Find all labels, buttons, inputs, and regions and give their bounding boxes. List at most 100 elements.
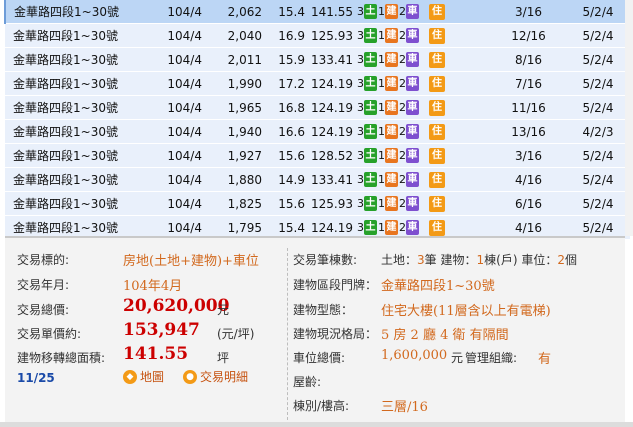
row-floor: 8/16 — [491, 47, 566, 72]
map-button-label: 地圖 — [140, 370, 165, 384]
row-floor: 3/16 — [491, 143, 566, 168]
table-row[interactable]: 金華路四段1~30號 104/4 1,927 15.6 128.52 3 土 1 建 2 車住 3/1… — [5, 143, 630, 168]
row-floor: 11/16 — [491, 95, 566, 120]
row-land-count: 3 — [357, 77, 364, 90]
row-land-count-cell: 3土 — [357, 167, 378, 192]
row-unit-price: 15.6 — [266, 143, 309, 168]
residential-icon: 住 — [429, 27, 445, 44]
row-usage-cell: 住 — [421, 71, 491, 96]
row-building-count-cell: 1建 — [378, 23, 399, 48]
table-row[interactable]: 金華路四段1~30號 104/4 1,880 14.9 133.41 3 土 1 建 2 車住 4/1… — [5, 167, 630, 192]
row-building-count: 1 — [378, 173, 385, 186]
row-area: 124.19 — [309, 119, 357, 144]
row-parking-count-cell: 2車 — [399, 143, 421, 168]
row-land-count-cell: 3土 — [357, 0, 378, 24]
row-land-count: 3 — [357, 101, 364, 114]
row-land-count-cell: 3土 — [357, 47, 378, 72]
row-total-price: 2,062 — [206, 0, 266, 24]
table-scrollbar[interactable] — [625, 0, 633, 236]
row-land-count: 3 — [357, 125, 364, 138]
building-type-label: 建物型態： — [293, 303, 354, 317]
count-car-unit: 個 — [565, 253, 578, 267]
row-building-count: 1 — [378, 101, 385, 114]
row-area: 133.41 — [309, 167, 357, 192]
table-row[interactable]: 金華路四段1~30號 104/4 1,825 15.6 125.93 3 土 1 建 2 車住 6/1… — [5, 191, 630, 216]
unit-price-label: 交易單價約: — [17, 327, 82, 341]
row-building-count: 1 — [378, 77, 385, 90]
layout-label: 建物現況格局： — [293, 327, 378, 341]
row-area: 124.19 — [309, 71, 357, 96]
building-type-value: 住宅大樓(11層含以上有電梯) — [381, 304, 551, 319]
row-land-count: 3 — [357, 197, 364, 210]
row-date: 5/2/4 — [566, 23, 630, 48]
land-icon: 土 — [364, 28, 377, 43]
row-unit-price: 16.6 — [266, 119, 309, 144]
map-button[interactable]: ◆ 地圖 — [123, 368, 164, 385]
table-row[interactable]: 金華路四段1~30號 104/4 1,965 16.8 124.19 3 土 1 建 2 車住 11/… — [5, 95, 630, 120]
row-building-count: 1 — [378, 125, 385, 138]
row-parking-count-cell: 2車 — [399, 0, 421, 24]
table-row[interactable]: 金華路四段1~30號 104/4 2,062 15.4 141.55 3 土 1 建 2 車住 3/1… — [4, 0, 630, 24]
row-unit-price: 15.6 — [266, 191, 309, 216]
row-address: 金華路四段1~30號 — [5, 119, 150, 144]
residential-icon: 住 — [429, 99, 445, 116]
target-label: 交易標的: — [17, 253, 70, 267]
area-label: 建物移轉總面積: — [17, 351, 106, 365]
row-date: 4/2/3 — [566, 119, 630, 144]
row-building-count-cell: 1建 — [378, 143, 399, 168]
total-price-value: 20,620,000 — [123, 296, 230, 316]
parking-icon: 車 — [406, 148, 419, 163]
residential-icon: 住 — [429, 171, 445, 188]
transaction-table-panel: 金華路四段1~30號 104/4 2,062 15.4 141.55 3 土 1 建 2 車住 3/1… — [0, 0, 633, 240]
row-total-price: 1,965 — [206, 95, 266, 120]
detail-icon: ● — [183, 369, 197, 384]
land-icon: 土 — [364, 196, 377, 211]
row-address: 金華路四段1~30號 — [5, 167, 150, 192]
table-row[interactable]: 金華路四段1~30號 104/4 1,940 16.6 124.19 3 土 1 建 2 車住 13/… — [5, 119, 630, 144]
mgmt-label: 管理組織: — [465, 351, 518, 365]
building-icon: 建 — [385, 124, 398, 139]
row-parking-count: 2 — [399, 173, 406, 186]
parking-icon: 車 — [406, 52, 419, 67]
row-area: 125.93 — [309, 191, 357, 216]
row-address: 金華路四段1~30號 — [5, 47, 150, 72]
row-land-count-cell: 3土 — [357, 95, 378, 120]
row-year-month: 104/4 — [150, 143, 206, 168]
row-land-count: 3 — [357, 149, 364, 162]
building-icon: 建 — [385, 76, 398, 91]
car-total-value: 1,600,000 — [381, 348, 448, 363]
land-icon: 土 — [364, 220, 377, 235]
table-row[interactable]: 金華路四段1~30號 104/4 1,990 17.2 124.19 3 土 1 建 2 車住 7/1… — [5, 71, 630, 96]
building-icon: 建 — [385, 100, 398, 115]
mgmt-value: 有 — [538, 352, 552, 367]
row-parking-count-cell: 2車 — [399, 95, 421, 120]
row-address: 金華路四段1~30號 — [5, 143, 150, 168]
count-label: 交易筆棟數: — [293, 253, 358, 267]
residential-icon: 住 — [429, 219, 445, 236]
row-floor: 4/16 — [491, 167, 566, 192]
bottom-scrollbar[interactable] — [0, 422, 633, 427]
address-label: 建物區段門牌： — [293, 278, 378, 292]
building-icon: 建 — [385, 220, 398, 235]
row-parking-count: 2 — [399, 125, 406, 138]
table-row[interactable]: 金華路四段1~30號 104/4 2,011 15.9 133.41 3 土 1 建 2 車住 8/1… — [5, 47, 630, 72]
parking-icon: 車 — [406, 220, 419, 235]
row-parking-count: 2 — [399, 77, 406, 90]
row-building-count: 1 — [378, 197, 385, 210]
row-parking-count: 2 — [399, 53, 406, 66]
floor-label: 棟別/樓高: — [293, 399, 350, 413]
parking-icon: 車 — [406, 172, 419, 187]
count-land-label: 土地： — [381, 253, 418, 267]
row-total-price: 1,825 — [206, 191, 266, 216]
residential-icon: 住 — [429, 123, 445, 140]
table-row[interactable]: 金華路四段1~30號 104/4 2,040 16.9 125.93 3 土 1 建 2 車住 12/… — [5, 23, 630, 48]
row-unit-price: 16.9 — [266, 23, 309, 48]
row-floor: 6/16 — [491, 191, 566, 216]
row-building-count: 1 — [378, 221, 385, 234]
residential-icon: 住 — [429, 75, 445, 92]
count-car-label: 車位： — [521, 253, 558, 267]
layout-value: 5 房 2 廳 4 衛 有隔間 — [381, 328, 509, 343]
row-usage-cell: 住 — [421, 143, 491, 168]
transaction-detail-button[interactable]: ● 交易明細 — [183, 368, 248, 385]
row-address: 金華路四段1~30號 — [5, 71, 150, 96]
